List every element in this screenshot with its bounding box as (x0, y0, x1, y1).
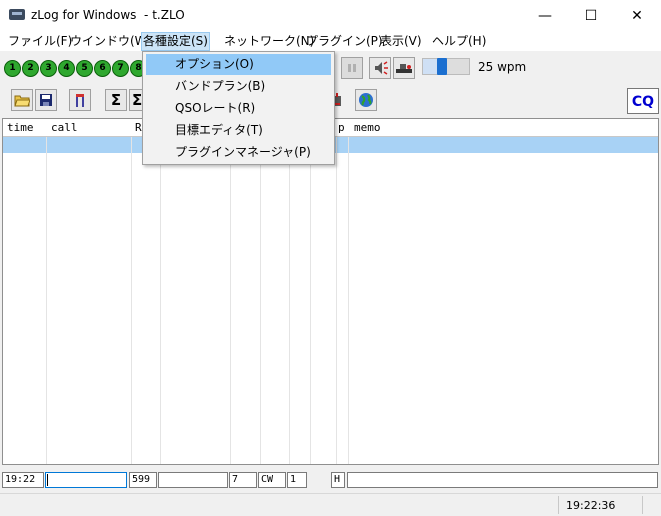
cw-message-7-button[interactable]: 7 (112, 60, 129, 77)
column-header-memo[interactable]: memo (354, 121, 381, 134)
time-field[interactable]: 19:22 (2, 472, 44, 488)
menu-file[interactable]: ファイル(F) (7, 33, 73, 50)
menu-help[interactable]: ヘルプ(H) (431, 33, 487, 50)
sigma-icon-2[interactable]: Σ (129, 89, 143, 111)
menu-item-plugin-manager[interactable]: プラグインマネージャ(P) (146, 142, 331, 163)
cw-message-5-button[interactable]: 5 (76, 60, 93, 77)
cw-message-6-button[interactable]: 6 (94, 60, 111, 77)
power-field[interactable]: 1 (287, 472, 307, 488)
cw-message-4-button[interactable]: 4 (58, 60, 75, 77)
column-header-call[interactable]: call (51, 121, 78, 134)
cw-message-1-button[interactable]: 1 (4, 60, 21, 77)
pause-icon[interactable] (341, 57, 363, 79)
title-bar: zLog for Windows - t.ZLO — ☐ ✕ (0, 0, 661, 31)
open-folder-icon[interactable] (11, 89, 33, 111)
cw-speed-label: 25 wpm (478, 60, 527, 74)
minimize-button[interactable]: — (522, 0, 568, 31)
menu-network[interactable]: ネットワーク(N) (223, 33, 315, 50)
column-header-time[interactable]: time (7, 121, 34, 134)
menu-bar: ファイル(F) ウインドウ(W) 各種設定(S) ネットワーク(N) プラグイン… (0, 31, 661, 51)
column-header-p[interactable]: p (338, 121, 345, 134)
text-caret (47, 474, 48, 486)
cw-speed-slider-thumb[interactable] (437, 58, 447, 75)
menu-plugin[interactable]: プラグイン(P) (305, 33, 384, 50)
menu-item-target-editor[interactable]: 目標エディタ(T) (146, 120, 331, 141)
menu-item-options[interactable]: オプション(O) (146, 54, 331, 75)
paddle-icon[interactable] (393, 57, 415, 79)
rst-field[interactable]: 599 (129, 472, 157, 488)
band-field[interactable]: 7 (229, 472, 257, 488)
number-field[interactable] (158, 472, 228, 488)
status-bar (0, 493, 661, 516)
speaker-icon[interactable] (369, 57, 391, 79)
menu-settings[interactable]: 各種設定(S) (141, 32, 210, 51)
mode-field[interactable]: CW (258, 472, 286, 488)
close-button[interactable]: ✕ (614, 0, 660, 31)
menu-item-band-plan[interactable]: バンドプラン(B) (146, 76, 331, 97)
status-clock: 19:22:36 (566, 499, 616, 512)
call-input[interactable] (45, 472, 127, 488)
cw-speed-slider-fill (423, 59, 438, 74)
status-divider (642, 496, 643, 514)
flag-icon[interactable] (69, 89, 91, 111)
menu-view[interactable]: 表示(V) (379, 33, 423, 50)
app-icon (9, 9, 25, 20)
op-field[interactable]: H (331, 472, 345, 488)
settings-dropdown-menu: オプション(O) バンドプラン(B) QSOレート(R) 目標エディタ(T) プ… (142, 51, 335, 165)
cw-message-2-button[interactable]: 2 (22, 60, 39, 77)
memo-input[interactable] (347, 472, 658, 488)
maximize-button[interactable]: ☐ (568, 0, 614, 31)
qso-log-grid[interactable]: time call R p memo (2, 118, 659, 465)
cq-indicator[interactable]: CQ (627, 88, 659, 114)
window-title: zLog for Windows - t.ZLO (31, 8, 185, 22)
menu-item-qso-rate[interactable]: QSOレート(R) (146, 98, 331, 119)
status-divider (558, 496, 559, 514)
column-header-rst[interactable]: R (135, 121, 142, 134)
globe-icon[interactable] (355, 89, 377, 111)
sigma-icon[interactable]: Σ (105, 89, 127, 111)
save-icon[interactable] (35, 89, 57, 111)
cw-message-3-button[interactable]: 3 (40, 60, 57, 77)
menu-window[interactable]: ウインドウ(W) (69, 33, 152, 50)
